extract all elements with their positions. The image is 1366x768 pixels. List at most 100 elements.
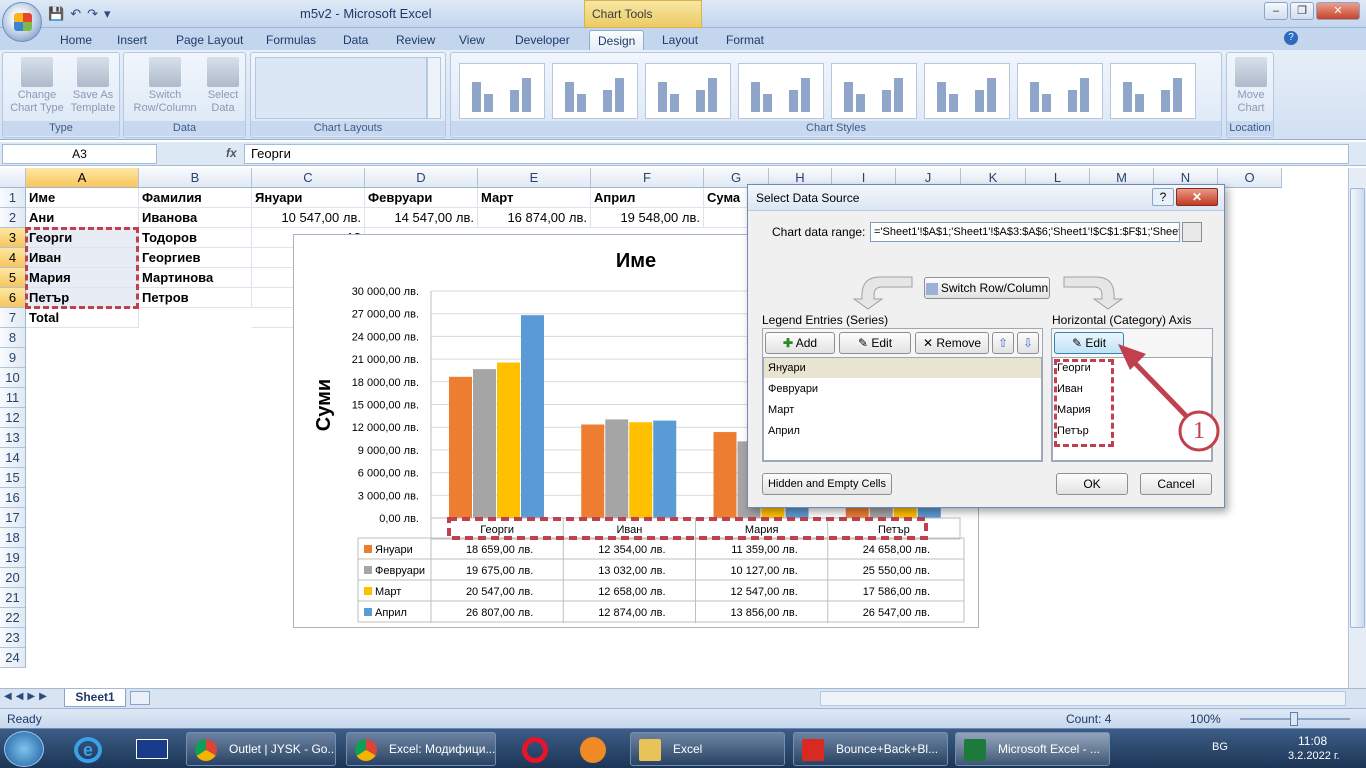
redo-icon[interactable]: ↷ (87, 6, 98, 22)
row-header-14[interactable]: 14 (0, 448, 26, 468)
row-header-13[interactable]: 13 (0, 428, 26, 448)
row-header-11[interactable]: 11 (0, 388, 26, 408)
series-item[interactable]: Февруари (768, 383, 818, 395)
cell-a2[interactable]: Ани (26, 208, 139, 228)
row-header-21[interactable]: 21 (0, 588, 26, 608)
cell-d1[interactable]: Февруари (365, 188, 478, 208)
media-player-icon[interactable] (580, 737, 606, 763)
cell-b2[interactable]: Иванова (139, 208, 252, 228)
cell-f2[interactable]: 19 548,00 лв. (591, 208, 704, 228)
collapse-range-icon[interactable] (1182, 222, 1202, 242)
row-header-17[interactable]: 17 (0, 508, 26, 528)
save-as-template-button[interactable]: Save As Template (65, 57, 121, 115)
move-down-button[interactable]: ⇩ (1017, 332, 1039, 354)
move-chart-button[interactable]: Move Chart (1229, 57, 1273, 115)
row-header-4[interactable]: 4 (0, 248, 26, 268)
undo-icon[interactable]: ↶ (70, 6, 81, 22)
dialog-close-button[interactable]: ✕ (1176, 188, 1218, 206)
tab-developer[interactable]: Developer (515, 30, 570, 50)
column-header-b[interactable]: B (139, 168, 252, 188)
cancel-button[interactable]: Cancel (1140, 473, 1212, 495)
chart-style-3[interactable] (645, 63, 731, 119)
insert-sheet-icon[interactable] (130, 691, 150, 705)
zoom-slider-thumb[interactable] (1290, 712, 1298, 726)
start-button[interactable] (4, 731, 44, 767)
chart-layouts-gallery[interactable] (255, 57, 427, 119)
row-header-16[interactable]: 16 (0, 488, 26, 508)
tab-page-layout[interactable]: Page Layout (176, 30, 243, 50)
ok-button[interactable]: OK (1056, 473, 1128, 495)
cell-e2[interactable]: 16 874,00 лв. (478, 208, 591, 228)
tab-format[interactable]: Format (726, 30, 764, 50)
opera-icon[interactable] (522, 737, 548, 763)
clock-time[interactable]: 11:08 (1298, 734, 1327, 748)
remove-series-button[interactable]: ✕ Remove (915, 332, 989, 354)
cell-a1[interactable]: Име (26, 188, 139, 208)
row-header-6[interactable]: 6 (0, 288, 26, 308)
row-header-15[interactable]: 15 (0, 468, 26, 488)
series-item[interactable]: Април (768, 425, 800, 437)
row-header-23[interactable]: 23 (0, 628, 26, 648)
help-icon[interactable]: ? (1284, 31, 1298, 45)
row-header-2[interactable]: 2 (0, 208, 26, 228)
vertical-scrollbar[interactable] (1348, 168, 1366, 688)
cell-b4[interactable]: Георгиев (139, 248, 252, 268)
chart-style-5[interactable] (831, 63, 917, 119)
gallery-scroll[interactable] (427, 57, 441, 119)
horizontal-scrollbar[interactable] (820, 691, 1346, 706)
series-list[interactable]: Януари Февруари Март Април (763, 357, 1042, 461)
hidden-empty-cells-button[interactable]: Hidden and Empty Cells (762, 473, 892, 495)
row-header-1[interactable]: 1 (0, 188, 26, 208)
chart-style-2[interactable] (552, 63, 638, 119)
cell-b5[interactable]: Мартинова (139, 268, 252, 288)
row-header-5[interactable]: 5 (0, 268, 26, 288)
cell-b6[interactable]: Петров (139, 288, 252, 308)
taskbar-excel-active[interactable]: Microsoft Excel - ... (955, 732, 1110, 766)
cell-c2[interactable]: 10 547,00 лв. (252, 208, 365, 228)
taskbar-explorer-excel[interactable]: Excel (630, 732, 785, 766)
column-header-e[interactable]: E (478, 168, 591, 188)
chart-style-4[interactable] (738, 63, 824, 119)
select-all-corner[interactable] (0, 168, 26, 188)
cell-e1[interactable]: Март (478, 188, 591, 208)
edit-series-button[interactable]: ✎ Edit (839, 332, 911, 354)
switch-row-column-button[interactable]: Switch Row/Column (126, 57, 204, 115)
select-data-button[interactable]: Select Data (202, 57, 244, 115)
row-header-20[interactable]: 20 (0, 568, 26, 588)
taskbar-chrome-excel[interactable]: Excel: Модифици... (346, 732, 496, 766)
vertical-scroll-thumb[interactable] (1350, 188, 1365, 628)
tab-review[interactable]: Review (396, 30, 435, 50)
move-up-button[interactable]: ⇧ (992, 332, 1014, 354)
series-item[interactable]: Март (768, 404, 794, 416)
name-box[interactable]: A3 (2, 144, 157, 164)
column-header-c[interactable]: C (252, 168, 365, 188)
restore-button[interactable]: ❐ (1290, 2, 1314, 20)
tab-design[interactable]: Design (589, 30, 645, 50)
row-header-22[interactable]: 22 (0, 608, 26, 628)
dialog-help-button[interactable]: ? (1152, 188, 1174, 206)
switch-row-column-dialog-button[interactable]: Switch Row/Column (924, 277, 1050, 299)
row-header-10[interactable]: 10 (0, 368, 26, 388)
cell-f1[interactable]: Април (591, 188, 704, 208)
sheet-tab-sheet1[interactable]: Sheet1 (64, 689, 126, 707)
zoom-level[interactable]: 100% (1190, 712, 1221, 726)
row-header-3[interactable]: 3 (0, 228, 26, 248)
tab-view[interactable]: View (459, 30, 485, 50)
tab-data[interactable]: Data (343, 30, 368, 50)
tab-home[interactable]: Home (60, 30, 92, 50)
insert-function-icon[interactable]: fx (226, 146, 237, 160)
chart-style-6[interactable] (924, 63, 1010, 119)
change-chart-type-button[interactable]: Change Chart Type (7, 57, 67, 115)
cell-b1[interactable]: Фамилия (139, 188, 252, 208)
row-header-12[interactable]: 12 (0, 408, 26, 428)
row-header-24[interactable]: 24 (0, 648, 26, 668)
cell-d2[interactable]: 14 547,00 лв. (365, 208, 478, 228)
office-button[interactable] (2, 2, 42, 42)
save-icon[interactable]: 💾 (48, 6, 64, 22)
add-series-button[interactable]: ✚ Add (765, 332, 835, 354)
chart-style-7[interactable] (1017, 63, 1103, 119)
internet-explorer-icon[interactable]: e (74, 737, 102, 763)
cell-b3[interactable]: Тодоров (139, 228, 252, 248)
column-header-a[interactable]: A (26, 168, 139, 188)
chart-data-range-input[interactable]: ='Sheet1'!$A$1;'Sheet1'!$A$3:$A$6;'Sheet… (870, 222, 1180, 242)
